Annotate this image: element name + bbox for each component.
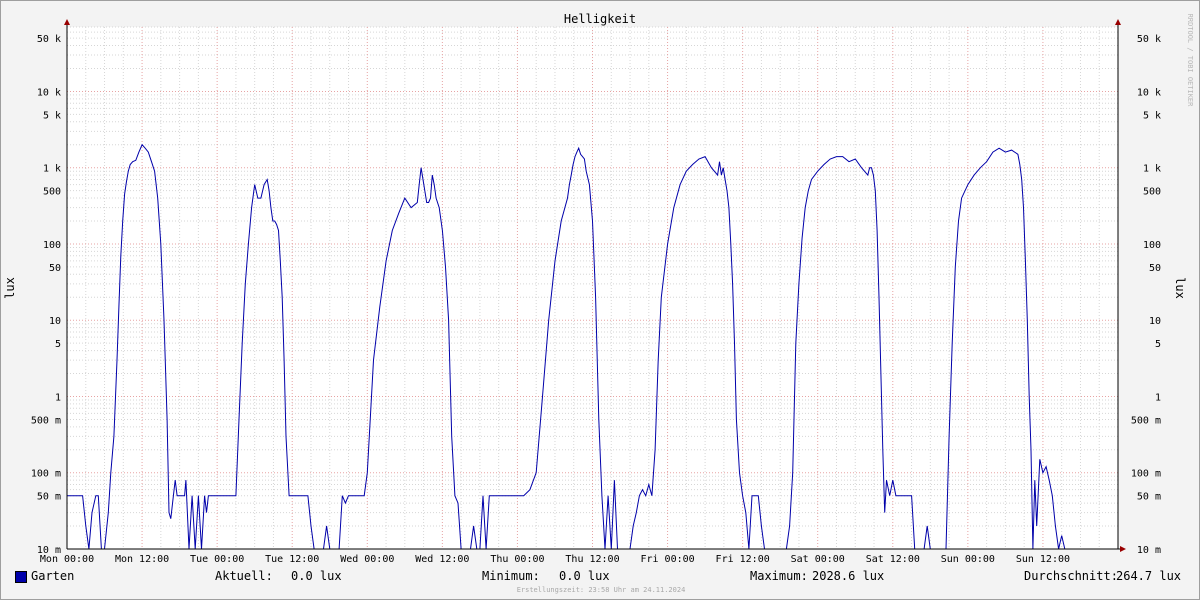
x-tick-label: Thu 00:00 — [490, 554, 544, 565]
y-tick-label-right: 50 — [1149, 263, 1161, 274]
y-axis-left-ticks: 50 k 10 k 5 k 1 k 500 100 50 10 5 1 500 m 100 m 50 m… — [31, 34, 61, 556]
legend-series-name: Garten — [31, 569, 75, 583]
y-tick-label: 50 — [49, 263, 61, 274]
x-tick-label: Fri 00:00 — [640, 554, 694, 565]
y-axis-arrow-icon — [64, 19, 70, 25]
x-tick-label: Wed 00:00 — [340, 554, 394, 565]
y-tick-label: 10 k — [37, 87, 61, 98]
legend-avg-value: 264.7 lux — [1116, 569, 1182, 583]
y-tick-label: 100 — [43, 240, 61, 251]
y-tick-label-right: 10 k — [1137, 87, 1161, 98]
chart: Helligkeit 50 k 10 k 5 k 1 k 500 100 50 10 5 1 500… — [3, 12, 1194, 565]
y-tick-label: 10 — [49, 316, 61, 327]
x-tick-label: Tue 12:00 — [265, 554, 319, 565]
y-axis-label: lux — [3, 277, 17, 299]
y-axis-right-arrow-icon — [1115, 19, 1121, 25]
y-tick-label: 5 — [55, 339, 61, 350]
chart-title: Helligkeit — [564, 12, 636, 26]
x-tick-label: Wed 12:00 — [415, 554, 469, 565]
y-tick-label: 5 k — [43, 110, 61, 121]
x-tick-label: Fri 12:00 — [716, 554, 770, 565]
x-tick-label: Sun 00:00 — [941, 554, 995, 565]
y-tick-label-right: 50 m — [1137, 492, 1161, 503]
x-axis-arrow-icon — [1120, 546, 1126, 552]
y-tick-label-right: 500 m — [1131, 415, 1161, 426]
y-tick-label: 50 m — [37, 492, 61, 503]
y-axis-right-label: lux — [1173, 277, 1187, 299]
y-tick-label-right: 500 — [1143, 187, 1161, 198]
y-tick-label-right: 5 k — [1143, 110, 1161, 121]
y-tick-label: 1 k — [43, 164, 61, 175]
y-tick-label-right: 100 m — [1131, 469, 1161, 480]
y-tick-label-right: 100 — [1143, 240, 1161, 251]
y-tick-label-right: 5 — [1155, 339, 1161, 350]
legend-avg-label: Durchschnitt: — [1024, 569, 1118, 583]
y-tick-label-right: 1 k — [1143, 164, 1161, 175]
legend-max-value: 2028.6 lux — [812, 569, 885, 583]
y-tick-label-right: 50 k — [1137, 34, 1161, 45]
legend-min-label: Minimum: — [482, 569, 540, 583]
graph-frame: Helligkeit 50 k 10 k5 k1 k 500 100 50 10 5 1 500… — [0, 0, 1200, 600]
x-axis-ticks: Mon 00:00 Mon 12:00 Tue 00:00 Tue 12:00 Wed … — [40, 554, 1070, 565]
y-tick-label-right: 10 — [1149, 316, 1161, 327]
x-tick-label: Thu 12:00 — [565, 554, 619, 565]
y-tick-label: 500 m — [31, 415, 61, 426]
y-tick-label: 50 k — [37, 34, 61, 45]
y-axis-right-ticks: 50 k 10 k 5 k 1 k 500 100 50 10 5 1 500 m 100 m 50 m… — [1131, 34, 1161, 556]
y-tick-label: 100 m — [31, 469, 61, 480]
x-tick-label: Sun 12:00 — [1016, 554, 1070, 565]
y-tick-label-right: 10 m — [1137, 545, 1161, 556]
y-tick-label: 500 — [43, 187, 61, 198]
x-tick-label: Mon 12:00 — [115, 554, 169, 565]
watermark: RRDTOOL / TOBI OETIKER — [1186, 14, 1194, 108]
legend-current-label: Aktuell: — [215, 569, 273, 583]
x-tick-label: Mon 00:00 — [40, 554, 94, 565]
y-tick-label: 1 — [55, 392, 61, 403]
x-tick-label: Sat 00:00 — [791, 554, 845, 565]
legend-min-value: 0.0 lux — [559, 569, 610, 583]
y-tick-label-right: 1 — [1155, 392, 1161, 403]
legend-max-label: Maximum: — [750, 569, 808, 583]
legend-swatch — [15, 571, 27, 583]
legend-current-value: 0.0 lux — [291, 569, 342, 583]
footer-timestamp: Erstellungszeit: 23:58 Uhr am 24.11.2024 — [516, 586, 686, 594]
x-tick-label: Sat 12:00 — [866, 554, 920, 565]
x-tick-label: Tue 00:00 — [190, 554, 244, 565]
